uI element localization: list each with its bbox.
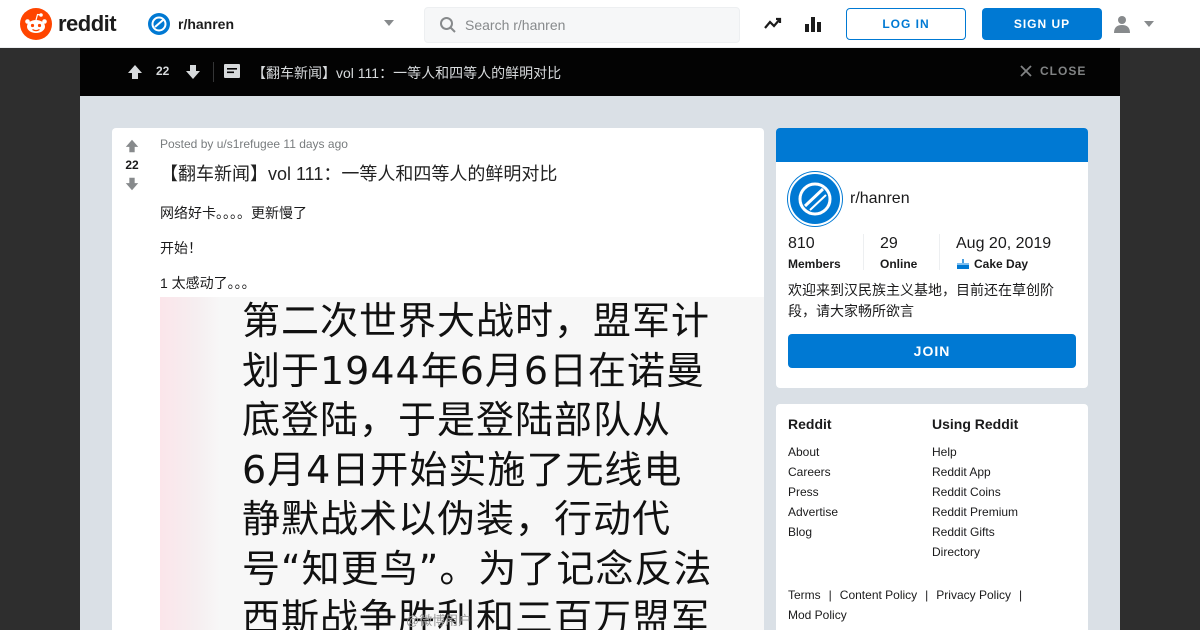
community-banner	[776, 128, 1088, 162]
footer-link-reddit-coins[interactable]: Reddit Coins	[932, 482, 1018, 502]
community-card: r/hanren 810 Members 29 Online Aug 20, 2…	[776, 128, 1088, 388]
trending-icon[interactable]	[763, 14, 783, 34]
post-score: 22	[125, 158, 139, 172]
top-header: reddit r/hanren LOG IN SIGN UP	[0, 0, 1200, 48]
members-count: 810	[788, 235, 815, 252]
post-paragraph: 开始！	[160, 240, 202, 256]
footer-link-reddit-app[interactable]: Reddit App	[932, 462, 1018, 482]
divider	[213, 62, 214, 82]
cakeday-label: Cake Day	[974, 257, 1029, 271]
footer-link-content-policy[interactable]: Content Policy	[840, 588, 917, 602]
user-menu[interactable]	[1112, 12, 1162, 36]
cakeday-stat: Aug 20, 2019 Cake Day	[956, 235, 1051, 271]
search-bar[interactable]	[424, 7, 740, 43]
separator: |	[925, 588, 929, 602]
footer-link-directory[interactable]: Directory	[932, 542, 1018, 562]
community-description: 欢迎来到汉民族主义基地，目前还在草创阶段，请大家畅所欲言	[788, 282, 1054, 319]
subreddit-name: r/hanren	[178, 16, 235, 32]
image-text-line: 6月4日开始实施了无线电	[242, 447, 683, 492]
online-label: Online	[880, 257, 918, 271]
join-button[interactable]: JOIN	[788, 334, 1076, 368]
community-avatar[interactable]	[788, 172, 842, 226]
image-text-line: 第二次世界大战时，盟军计	[242, 299, 711, 343]
post-meta[interactable]: Posted by u/s1refugee 11 days ago	[160, 137, 348, 151]
close-button[interactable]: CLOSE	[1020, 64, 1086, 78]
post-card: 22 Posted by u/s1refugee 11 days ago 【翻车…	[112, 128, 764, 630]
close-label: CLOSE	[1040, 64, 1087, 78]
footer-link-blog[interactable]: Blog	[788, 522, 838, 542]
community-name[interactable]: r/hanren	[850, 190, 910, 208]
post-title: 【翻车新闻】vol 111：一等人和四等人的鲜明对比	[160, 164, 558, 184]
search-icon	[440, 17, 456, 33]
vote-column: 22	[112, 128, 152, 192]
footer-link-reddit-premium[interactable]: Reddit Premium	[932, 502, 1018, 522]
footer-link-press[interactable]: Press	[788, 482, 838, 502]
footer-heading: Reddit	[788, 416, 832, 432]
image-text-line: 底登陆，于是登陆部队从	[242, 398, 672, 442]
post-image[interactable]: 第二次世界大战时，盟军计 划于1944年6月6日在诺曼 底登陆，于是登陆部队从 …	[160, 297, 764, 630]
members-label: Members	[788, 257, 841, 271]
online-count: 29	[880, 235, 898, 252]
downvote-icon[interactable]	[184, 63, 202, 81]
separator: |	[1018, 588, 1023, 602]
chevron-down-icon	[384, 20, 394, 26]
footer-link-reddit-gifts[interactable]: Reddit Gifts	[932, 522, 1018, 542]
stats-icon[interactable]	[803, 14, 823, 34]
image-watermark: @微博用户	[406, 613, 472, 628]
upvote-icon[interactable]	[126, 63, 144, 81]
divider	[939, 234, 940, 270]
upvote-icon[interactable]	[124, 138, 140, 154]
comment-icon	[224, 64, 240, 78]
members-stat: 810 Members	[788, 235, 841, 271]
cakeday-row: Cake Day	[956, 257, 1051, 271]
user-icon	[1114, 16, 1130, 33]
search-input[interactable]	[465, 17, 725, 33]
post-paragraph: 网络好卡。。。。更新慢了	[160, 205, 307, 221]
footer-legal-links: Terms | Content Policy | Privacy Policy | Mod …	[788, 585, 1080, 625]
separator: |	[828, 588, 832, 602]
close-icon	[1020, 65, 1032, 77]
overlay-score: 22	[156, 64, 170, 78]
image-edge	[160, 297, 220, 630]
image-text: 第二次世界大战时，盟军计 划于1944年6月6日在诺曼 底登陆，于是登陆部队从 …	[242, 297, 752, 630]
chevron-down-icon	[1144, 21, 1154, 27]
footer-link-about[interactable]: About	[788, 442, 838, 462]
overlay-post-bar: 22 【翻车新闻】vol 111：一等人和四等人的鲜明对比 CLOSE	[80, 48, 1120, 96]
subreddit-switcher[interactable]: r/hanren	[148, 6, 404, 42]
reddit-alien-icon	[20, 8, 52, 40]
image-text-line: 西斯战争胜利和三百万盟军	[242, 596, 711, 630]
signup-button[interactable]: SIGN UP	[982, 8, 1102, 40]
footer-column-reddit: Reddit About Careers Press Advertise Blo…	[788, 416, 838, 542]
overlay-post-title: 【翻车新闻】vol 111：一等人和四等人的鲜明对比	[252, 65, 562, 81]
image-text-line: 划于1944年6月6日在诺曼	[242, 348, 706, 393]
image-text-line: 号“知更鸟”。为了记念反法	[242, 546, 713, 591]
footer-column-using-reddit: Using Reddit Help Reddit App Reddit Coin…	[932, 416, 1018, 562]
footer-link-mod-policy[interactable]: Mod Policy	[788, 608, 847, 622]
image-text-line: 静默战术以伪装，行动代	[242, 497, 672, 541]
footer-link-advertise[interactable]: Advertise	[788, 502, 838, 522]
cakeday-date: Aug 20, 2019	[956, 235, 1052, 252]
online-stat: 29 Online	[880, 235, 917, 271]
footer-link-terms[interactable]: Terms	[788, 588, 821, 602]
brand-wordmark: reddit	[58, 11, 117, 36]
downvote-icon[interactable]	[124, 176, 140, 192]
footer-link-privacy-policy[interactable]: Privacy Policy	[936, 588, 1011, 602]
footer-link-help[interactable]: Help	[932, 442, 1018, 462]
post-paragraph: 1 太感动了。。。	[160, 275, 256, 291]
footer-card: Reddit About Careers Press Advertise Blo…	[776, 404, 1088, 630]
footer-link-careers[interactable]: Careers	[788, 462, 838, 482]
reddit-logo[interactable]: reddit	[20, 8, 117, 40]
login-button[interactable]: LOG IN	[846, 8, 966, 40]
cake-icon	[957, 259, 969, 269]
subreddit-icon	[148, 13, 170, 35]
divider	[863, 234, 864, 270]
footer-heading: Using Reddit	[932, 416, 1019, 432]
